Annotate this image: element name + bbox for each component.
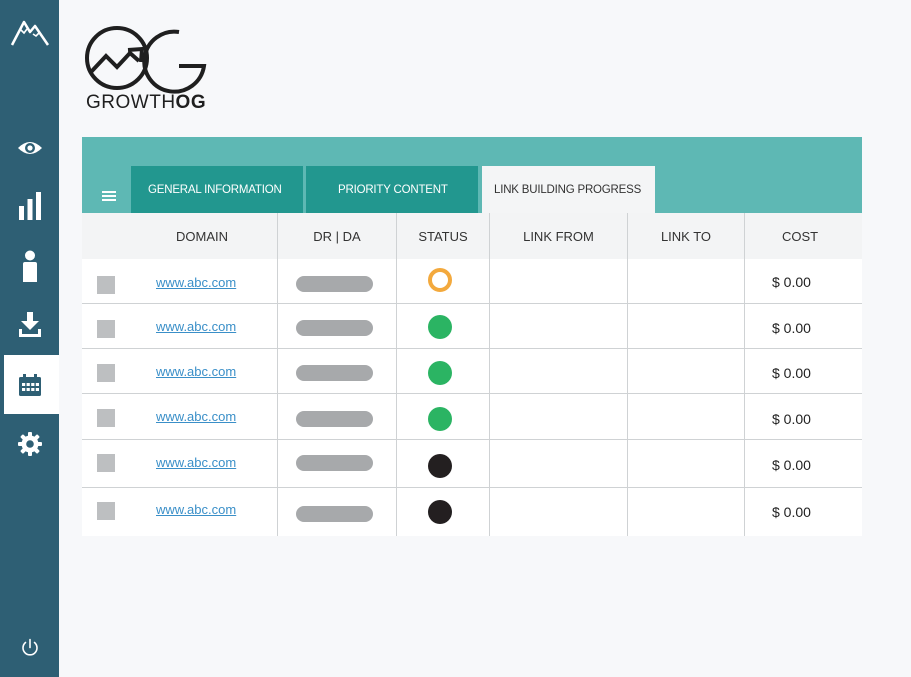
- table-header: DOMAIN DR | DA STATUS LINK FROM LINK TO …: [82, 213, 862, 259]
- cost-value: $ 0.00: [772, 457, 811, 473]
- bar-chart-icon[interactable]: [0, 183, 59, 229]
- domain-link[interactable]: www.abc.com: [156, 502, 236, 517]
- status-indicator-pending: [428, 268, 452, 292]
- dr-da-placeholder: [296, 506, 373, 522]
- column-header-link-to[interactable]: LINK TO: [628, 213, 744, 259]
- row-checkbox[interactable]: [97, 364, 115, 382]
- cost-value: $ 0.00: [772, 365, 811, 381]
- column-header-dr-da[interactable]: DR | DA: [278, 213, 396, 259]
- logo-text-growth: GROWTH: [86, 92, 176, 113]
- tab-priority-content[interactable]: PRIORITY CONTENT: [306, 166, 478, 213]
- status-indicator-inactive: [428, 454, 452, 478]
- cost-value: $ 0.00: [772, 274, 811, 290]
- table-row: www.abc.com $ 0.00: [82, 349, 862, 393]
- cost-value: $ 0.00: [772, 320, 811, 336]
- growthog-logo: GROWTHOG: [84, 24, 219, 116]
- logo-text-og: OG: [175, 92, 207, 113]
- row-checkbox[interactable]: [97, 502, 115, 520]
- status-indicator-done: [428, 361, 452, 385]
- dr-da-placeholder: [296, 276, 373, 292]
- tab-bar: GENERAL INFORMATION PRIORITY CONTENT LIN…: [82, 137, 862, 213]
- table-row: www.abc.com $ 0.00: [82, 440, 862, 487]
- calendar-icon[interactable]: [0, 355, 59, 414]
- status-indicator-inactive: [428, 500, 452, 524]
- sidebar: [0, 0, 59, 677]
- column-header-domain[interactable]: DOMAIN: [142, 213, 262, 259]
- hamburger-menu-icon[interactable]: [102, 191, 116, 205]
- row-checkbox[interactable]: [97, 276, 115, 294]
- download-icon[interactable]: [0, 302, 59, 348]
- row-checkbox[interactable]: [97, 409, 115, 427]
- table-row: www.abc.com $ 0.00: [82, 259, 862, 303]
- row-checkbox[interactable]: [97, 320, 115, 338]
- status-indicator-done: [428, 407, 452, 431]
- tab-label: LINK BUILDING PROGRESS: [494, 183, 642, 196]
- table-row: www.abc.com $ 0.00: [82, 304, 862, 348]
- table-row: www.abc.com $ 0.00: [82, 488, 862, 536]
- domain-link[interactable]: www.abc.com: [156, 364, 236, 379]
- column-header-link-from[interactable]: LINK FROM: [490, 213, 627, 259]
- tab-general-information[interactable]: GENERAL INFORMATION: [131, 166, 303, 213]
- domain-link[interactable]: www.abc.com: [156, 409, 236, 424]
- eye-icon[interactable]: [0, 125, 59, 171]
- cost-value: $ 0.00: [772, 504, 811, 520]
- tab-link-building-progress[interactable]: LINK BUILDING PROGRESS: [482, 166, 655, 213]
- user-icon[interactable]: [0, 243, 59, 289]
- cost-value: $ 0.00: [772, 411, 811, 427]
- dr-da-placeholder: [296, 365, 373, 381]
- column-header-cost[interactable]: COST: [745, 213, 855, 259]
- table-row: www.abc.com $ 0.00: [82, 394, 862, 439]
- status-indicator-done: [428, 315, 452, 339]
- link-building-panel: GENERAL INFORMATION PRIORITY CONTENT LIN…: [82, 137, 862, 536]
- mountain-logo-icon[interactable]: [0, 8, 59, 54]
- dr-da-placeholder: [296, 320, 373, 336]
- domain-link[interactable]: www.abc.com: [156, 275, 236, 290]
- tab-label: PRIORITY CONTENT: [338, 183, 448, 196]
- column-header-status[interactable]: STATUS: [397, 213, 489, 259]
- tab-label: GENERAL INFORMATION: [148, 183, 282, 196]
- dr-da-placeholder: [296, 411, 373, 427]
- power-icon[interactable]: [19, 637, 41, 659]
- gear-icon[interactable]: [0, 421, 59, 467]
- dr-da-placeholder: [296, 455, 373, 471]
- domain-link[interactable]: www.abc.com: [156, 455, 236, 470]
- row-checkbox[interactable]: [97, 454, 115, 472]
- domain-link[interactable]: www.abc.com: [156, 319, 236, 334]
